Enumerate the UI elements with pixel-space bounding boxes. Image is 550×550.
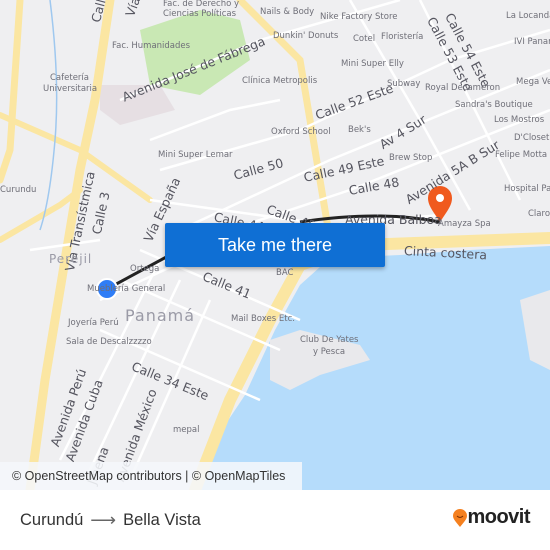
map-attribution[interactable]: © OpenStreetMap contributors | © OpenMap…: [0, 462, 302, 490]
poi-label: Los Mostros: [494, 115, 545, 125]
moovit-pin-icon: [453, 508, 468, 527]
poi-label: Mega Ve: [516, 77, 550, 87]
poi-label: Club De Yates: [300, 335, 359, 345]
poi-label: Mini Super Elly: [341, 59, 404, 69]
origin-name: Curundú: [20, 511, 84, 529]
river: [39, 0, 58, 231]
poi-label: Sala de Descalzzzzo: [66, 337, 152, 347]
poi-label: Sandra's Boutique: [455, 100, 533, 110]
poi-label: Ciencias Políticas: [163, 9, 237, 19]
poi-label: Cotel: [353, 34, 376, 44]
poi-label: Subway: [387, 79, 421, 89]
poi-label: Bek's: [348, 125, 371, 135]
arrow-right-icon: ⟶: [90, 510, 117, 530]
poi-label: Felipe Motta: [495, 150, 548, 160]
poi-label: mepal: [173, 425, 200, 435]
city-label: Panamá: [125, 306, 196, 325]
poi-label: Mini Super Lemar: [158, 150, 233, 160]
poi-label: Universitaria: [43, 84, 98, 94]
poi-label: Dunkin' Donuts: [273, 31, 339, 41]
poi-label: Oxford School: [271, 127, 331, 137]
moovit-wordmark: moovit: [467, 506, 530, 528]
poi-label: Joyería Perú: [68, 318, 119, 328]
neighborhood-label: Perejil: [49, 252, 93, 266]
poi-label: Claro: [528, 209, 550, 219]
poi-label: Hospital Pa: [504, 184, 550, 194]
poi-label: La Locanda: [506, 11, 550, 21]
poi-label: Nike Factory Store: [320, 12, 398, 22]
poi-label: Ortega: [130, 264, 160, 274]
poi-label: y Pesca: [313, 347, 346, 357]
take-me-there-button[interactable]: Take me there: [165, 223, 385, 267]
poi-label: D'Closet: [514, 133, 550, 143]
poi-label: Floristería: [381, 32, 424, 42]
poi-label: Curundu: [0, 185, 37, 195]
poi-label: Amayza Spa: [438, 219, 491, 229]
poi-label: Brew Stop: [389, 153, 433, 163]
moovit-logo: moovit: [453, 506, 530, 529]
poi-label: Fac. de Derecho y: [163, 0, 240, 9]
poi-label: Mail Boxes Etc.: [231, 314, 295, 324]
route-summary: Curundú ⟶ Bella Vista: [20, 510, 201, 531]
poi-label: Mueblería General: [87, 284, 166, 294]
poi-label: BAC: [276, 268, 294, 278]
poi-label: IVI Panam: [514, 37, 550, 47]
poi-label: Royal Decameron: [425, 83, 501, 93]
poi-label: Clínica Metropolis: [242, 76, 318, 86]
destination-name: Bella Vista: [123, 511, 201, 529]
poi-label: Nails & Body: [260, 7, 315, 17]
poi-label: Fac. Humanidades: [112, 41, 191, 51]
poi-label: Cafetería: [50, 73, 89, 83]
